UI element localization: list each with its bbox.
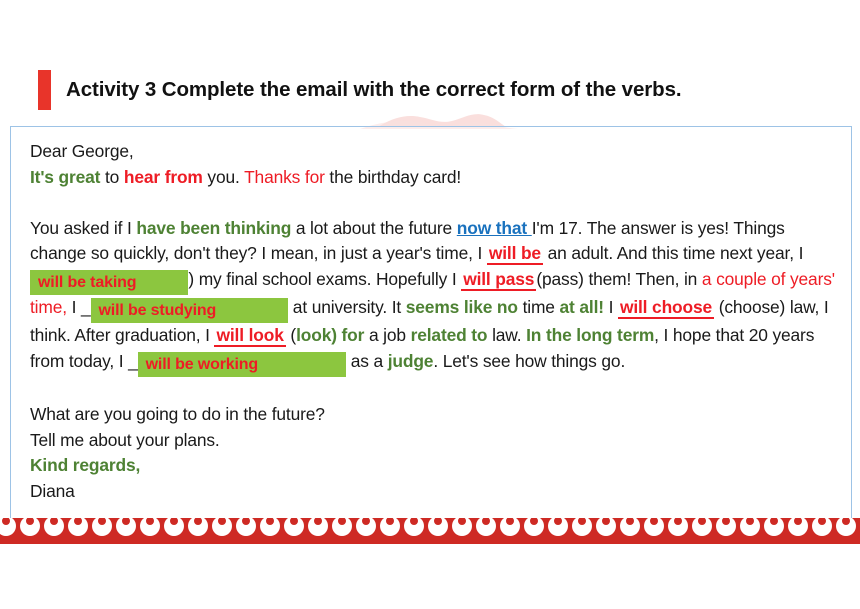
p2-seg-15: at university. It: [288, 296, 406, 317]
answer-highlight-will-be-studying[interactable]: will be studying: [90, 297, 289, 323]
p2-seg-27: law.: [487, 324, 527, 345]
page-title: Activity 3 Complete the email with the c…: [66, 78, 682, 101]
email-question: What are you going to do in the future?: [30, 404, 325, 425]
email-paragraph-main: You asked if I have been thinking a lot …: [30, 216, 842, 377]
phrase-look-for: look) for: [296, 324, 365, 345]
email-greeting: Dear George,: [30, 141, 134, 161]
phrase-seems-like-no: seems like no: [405, 296, 518, 317]
email-content-box: Dear George, It's great to hear from you…: [10, 126, 852, 532]
line2-plain-card: the birthday card!: [324, 166, 462, 187]
phrase-in-the-long-term: In the long term: [526, 324, 655, 345]
email-signature: Diana: [30, 480, 75, 501]
p2-seg-13: I _: [66, 296, 91, 317]
p2-seg-33: . Let's see how things go.: [433, 350, 626, 371]
p2-seg-9: ) my final school exams. Hopefully I: [188, 268, 462, 289]
phrase-its-great: It's great: [30, 166, 101, 187]
answer-will-choose[interactable]: will choose: [617, 296, 715, 319]
p2-seg-7: an adult. And this time next year, I: [542, 243, 804, 264]
title-accent-bar: [38, 70, 51, 110]
decorative-bottom-border: [0, 518, 860, 544]
phrase-at-all: at all!: [559, 296, 605, 317]
phrase-thanks-for: Thanks for: [244, 166, 325, 187]
email-line-2: It's great to hear from you. Thanks for …: [30, 165, 842, 191]
answer-will-look[interactable]: will look: [214, 324, 286, 347]
phrase-now-that: now that: [456, 217, 532, 238]
phrase-hear-from: hear from: [123, 166, 203, 187]
p2-seg-11: (pass) them! Then, in: [536, 268, 702, 289]
p2-seg-31: as a: [346, 350, 388, 371]
phrase-related-to: related to: [410, 324, 488, 345]
p2-seg-17: time: [517, 296, 560, 317]
email-request: Tell me about your plans.: [30, 429, 220, 450]
phrase-have-been-thinking: have been thinking: [136, 217, 292, 238]
line2-plain-you: you.: [202, 166, 245, 187]
p2-seg-19: I: [603, 296, 618, 317]
line2-plain-to: to: [100, 166, 124, 187]
slide-title-row: Activity 3 Complete the email with the c…: [0, 66, 860, 114]
p2-seg-23: (: [285, 324, 297, 345]
p2-seg-1: You asked if I: [30, 217, 137, 238]
p2-seg-25: a job: [364, 324, 411, 345]
answer-highlight-will-be-taking[interactable]: will be taking: [30, 269, 189, 295]
phrase-judge: judge: [387, 350, 434, 371]
email-closing: Kind regards,: [30, 455, 141, 476]
answer-will-pass[interactable]: will pass: [461, 268, 537, 291]
paragraph-spacer-2: [30, 377, 842, 403]
answer-will-be[interactable]: will be: [486, 243, 543, 266]
paragraph-spacer-1: [30, 190, 842, 216]
answer-highlight-will-be-working[interactable]: will be working: [137, 351, 347, 377]
p2-seg-3: a lot about the future: [291, 217, 457, 238]
email-body: Dear George, It's great to hear from you…: [30, 139, 842, 505]
